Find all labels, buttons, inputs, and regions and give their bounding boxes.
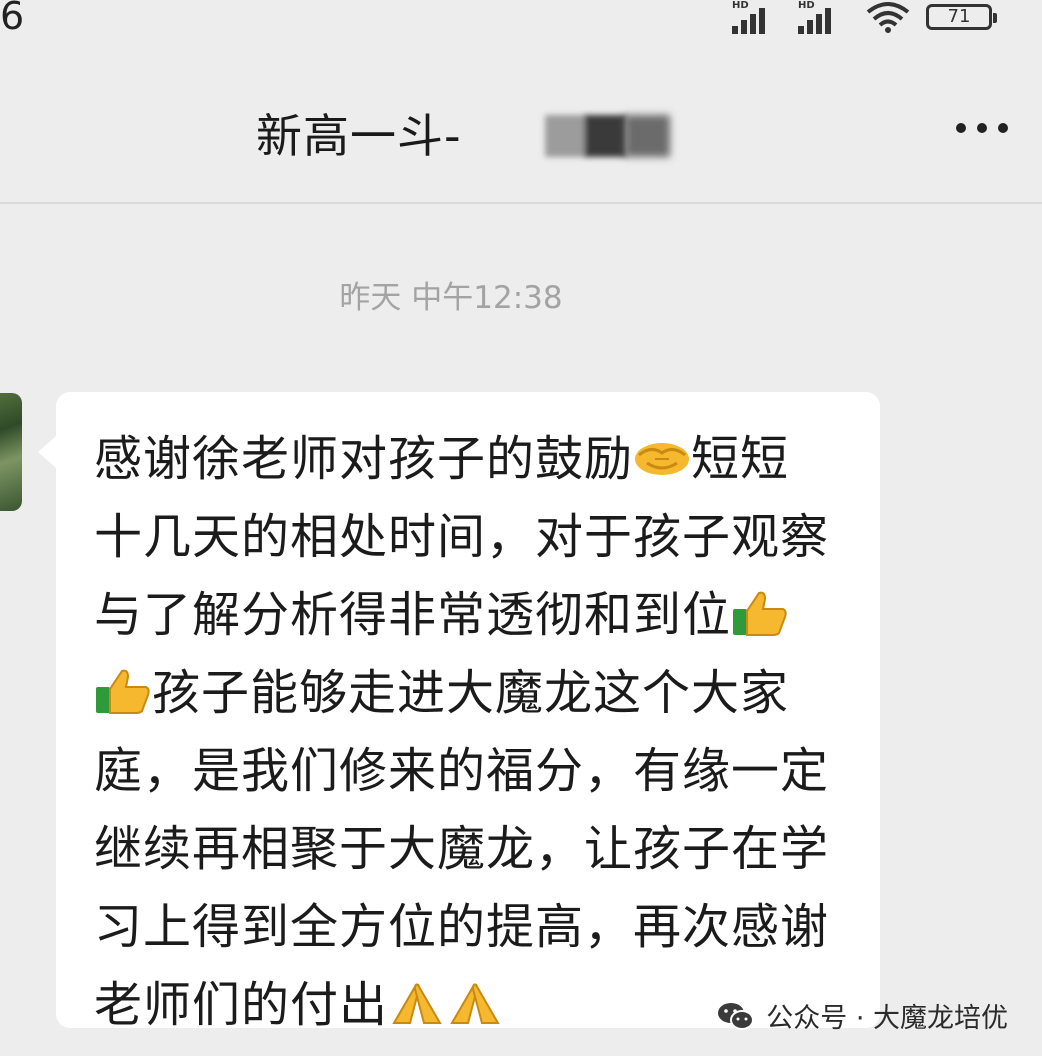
watermark: 公众号 · 大魔龙培优 — [716, 996, 1008, 1035]
message-text: 感谢徐老师对孩子的鼓励 — [94, 431, 634, 487]
message-line: 与了解分析得非常透彻和到位 — [94, 580, 840, 658]
folded-hands-icon — [392, 983, 442, 1024]
watermark-text: 公众号 · 大魔龙培优 — [766, 1003, 1008, 1034]
handshake-icon — [635, 443, 690, 475]
thumbs-up-icon — [96, 669, 150, 714]
cellular-signal-icon: HD — [732, 0, 784, 34]
more-options-button[interactable] — [952, 108, 1012, 148]
dot-icon — [977, 123, 987, 133]
message-bubble[interactable]: 感谢徐老师对孩子的鼓励 短短 十几天的相处时间，对于孩子观察 与了解分析得非常透… — [56, 392, 880, 1033]
message-line: 习上得到全方位的提高，再次感谢 — [94, 899, 830, 955]
dot-icon — [998, 123, 1008, 133]
folded-hands-icon — [450, 983, 500, 1024]
chat-header: 新高一斗- — [0, 60, 1042, 200]
message-line: 感谢徐老师对孩子的鼓励 短短 — [94, 424, 840, 502]
status-icons: HD HD 71 — [732, 0, 997, 34]
battery-icon: 71 — [926, 4, 997, 30]
wifi-icon — [866, 2, 910, 33]
chat-title: 新高一斗- — [256, 109, 462, 163]
header-divider — [0, 202, 1042, 204]
message-line: 孩子能够走进大魔龙这个大家 — [94, 658, 840, 736]
message-line: 十几天的相处时间，对于孩子观察 — [94, 509, 830, 565]
message-text: 短短 — [691, 431, 790, 487]
bubble-tail — [38, 436, 56, 468]
message-line: 继续再相聚于大魔龙，让孩子在学 — [94, 821, 830, 877]
sender-avatar[interactable] — [0, 393, 22, 511]
cellular-signal-icon: HD — [798, 0, 850, 34]
status-time: 6 — [0, 0, 25, 38]
message-text: 与了解分析得非常透彻和到位 — [94, 587, 732, 643]
thumbs-up-icon — [733, 591, 787, 636]
wechat-icon — [718, 1002, 755, 1030]
message-text: 孩子能够走进大魔龙这个大家 — [152, 665, 790, 721]
message-line: 庭，是我们修来的福分，有缘一定 — [94, 743, 830, 799]
dot-icon — [956, 123, 966, 133]
redacted-name-blur — [545, 115, 670, 157]
message-text: 老师们的付出 — [94, 977, 389, 1033]
message-timestamp: 昨天 中午12:38 — [339, 280, 563, 316]
